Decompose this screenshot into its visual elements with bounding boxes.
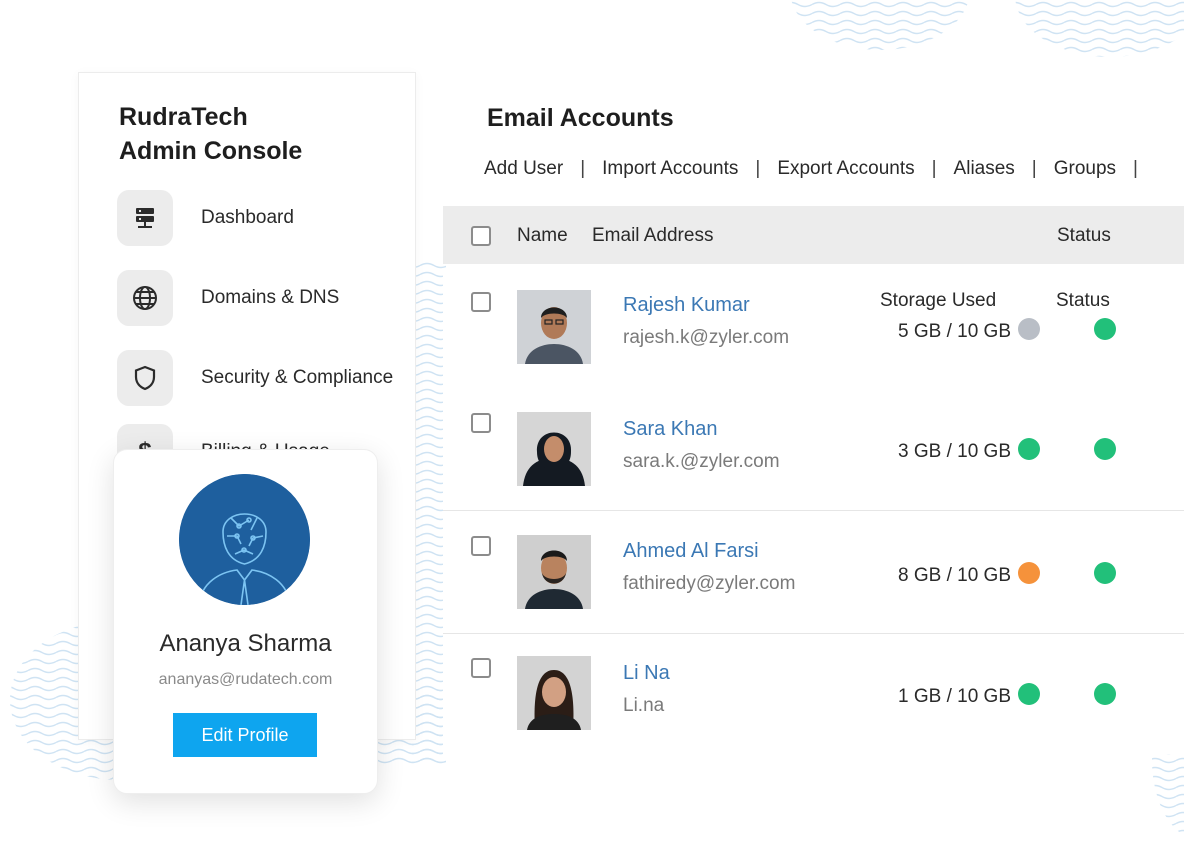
storage-used-label: Storage Used [880,290,997,311]
row-checkbox[interactable] [471,658,491,678]
sidebar-item-label: Domains & DNS [201,287,340,308]
sidebar-item-label: Security & Compliance [201,367,394,388]
status-indicator-dot [1094,683,1116,705]
table-header: Name Email Address Status [443,206,1184,264]
user-photo [517,535,591,609]
status-indicator-dot [1094,438,1116,460]
user-name-link[interactable]: Li Na [623,662,670,685]
profile-card: Ananya Sharma ananyas@rudatech.com Edit … [113,449,378,794]
edit-profile-button[interactable]: Edit Profile [173,713,317,757]
storage-indicator-dot [1018,683,1040,705]
profile-name: Ananya Sharma [159,630,332,657]
server-icon [117,190,173,246]
storage-value: 8 GB / 10 GB [898,565,1011,586]
globe-icon [117,270,173,326]
sidebar-item-security[interactable]: Security & Compliance [117,349,393,407]
storage-value: 3 GB / 10 GB [898,441,1011,462]
toolbar-separator: | [1133,158,1138,179]
status-indicator-dot [1094,318,1116,340]
user-name-link[interactable]: Sara Khan [623,418,718,441]
storage-indicator-dot [1018,562,1040,584]
avatar [179,474,310,605]
table-row[interactable]: Rajesh Kumar rajesh.k@zyler.com Storage … [443,270,1184,391]
column-header-name[interactable]: Name [517,225,568,247]
toolbar: Add User | Import Accounts | Export Acco… [484,158,1155,180]
export-accounts-button[interactable]: Export Accounts [777,158,914,180]
user-email: rajesh.k@zyler.com [623,327,790,348]
sidebar-item-dashboard[interactable]: Dashboard [117,189,294,247]
select-all-checkbox[interactable] [471,226,491,246]
groups-button[interactable]: Groups [1054,158,1116,180]
user-photo [517,656,591,730]
user-email: fathiredy@zyler.com [623,573,796,594]
storage-value: 5 GB / 10 GB [898,321,1011,342]
table-row[interactable]: Sara Khan sara.k.@zyler.com 3 GB / 10 GB [443,390,1184,511]
toolbar-separator: | [580,158,586,179]
aliases-button[interactable]: Aliases [954,158,1015,180]
sidebar-item-domains[interactable]: Domains & DNS [117,269,339,327]
toolbar-separator: | [755,158,761,179]
column-header-status[interactable]: Status [1057,225,1111,247]
storage-indicator-dot [1018,438,1040,460]
storage-value: 1 GB / 10 GB [898,686,1011,707]
status-label: Status [1056,290,1110,311]
page-title: Email Accounts [487,104,674,132]
user-email: sara.k.@zyler.com [623,451,780,472]
toolbar-separator: | [1031,158,1037,179]
table-row[interactable]: Li Na Li.na 1 GB / 10 GB [443,634,1184,754]
profile-email: ananyas@rudatech.com [158,671,333,688]
table-row[interactable]: Ahmed Al Farsi fathiredy@zyler.com 8 GB … [443,513,1184,634]
row-checkbox[interactable] [471,292,491,312]
user-name-link[interactable]: Ahmed Al Farsi [623,540,759,563]
column-header-email[interactable]: Email Address [592,225,713,247]
user-photo [517,290,591,364]
shield-icon [117,350,173,406]
sidebar-item-label: Dashboard [201,207,294,228]
toolbar-separator: | [931,158,937,179]
user-photo [517,412,591,486]
app-title: RudraTech Admin Console [119,103,303,165]
user-name-link[interactable]: Rajesh Kumar [623,294,750,317]
storage-indicator-dot [1018,318,1040,340]
status-indicator-dot [1094,562,1116,584]
row-checkbox[interactable] [471,413,491,433]
import-accounts-button[interactable]: Import Accounts [602,158,738,180]
row-checkbox[interactable] [471,536,491,556]
user-email: Li.na [623,695,665,716]
add-user-button[interactable]: Add User [484,158,563,180]
